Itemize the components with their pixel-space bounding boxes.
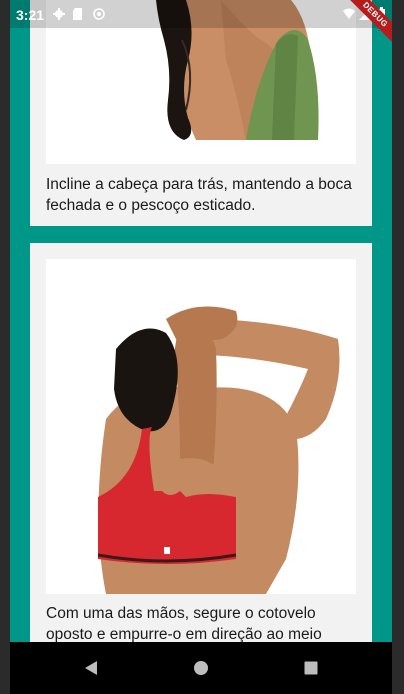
exercise-caption: Com uma das mãos, segure o cotovelo opos… (46, 605, 322, 642)
triceps-stretch-photo (46, 259, 356, 594)
device-frame: 3:21 DEBUG Incline a cabeça para trás, m… (0, 0, 404, 694)
gear-icon (53, 8, 65, 20)
home-button[interactable] (188, 655, 214, 681)
recents-button[interactable] (298, 655, 324, 681)
back-button[interactable] (78, 655, 104, 681)
status-time: 3:21 (16, 7, 45, 23)
sync-icon (93, 8, 105, 20)
exercise-card[interactable]: Incline a cabeça para trás, mantendo a b… (30, 0, 372, 226)
home-icon (194, 661, 208, 675)
sd-card-icon (73, 8, 82, 20)
back-icon (85, 661, 97, 675)
navigation-bar (10, 642, 392, 694)
status-bar: 3:21 DEBUG (10, 0, 392, 48)
exercise-caption: Incline a cabeça para trás, mantendo a b… (46, 176, 352, 214)
triceps-stretch-illustration (46, 259, 356, 594)
wifi-icon (343, 8, 355, 19)
exercise-card[interactable]: Com uma das mãos, segure o cotovelo opos… (30, 243, 372, 642)
app-screen: 3:21 DEBUG Incline a cabeça para trás, m… (10, 0, 392, 642)
recents-icon (304, 661, 318, 675)
